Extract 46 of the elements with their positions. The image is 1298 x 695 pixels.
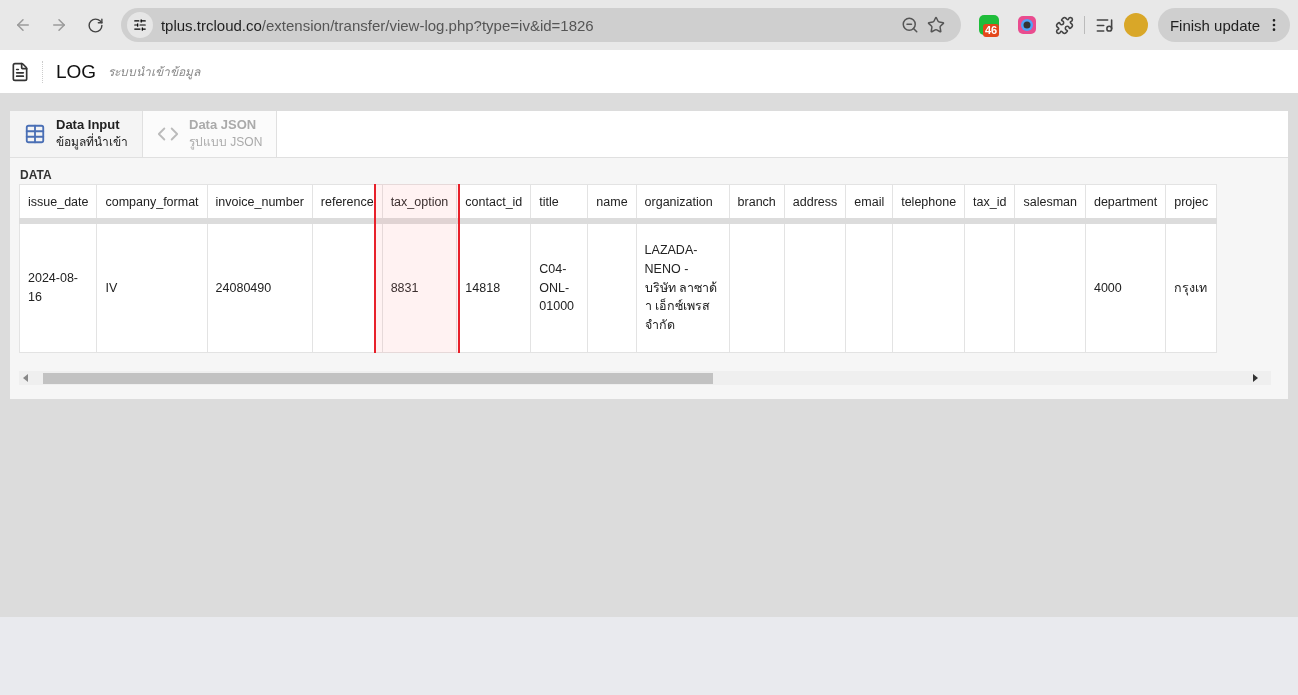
zoom-icon[interactable] (900, 16, 919, 34)
table-cell: LAZADA-NENO - บริษัท ลาซาด้า เอ็กซ์เพรส จำกัด (636, 221, 730, 353)
page-title: LOG (56, 60, 97, 83)
column-header: salesman (1014, 184, 1086, 221)
column-header: title (530, 184, 588, 221)
extensions-icon[interactable] (1054, 15, 1074, 35)
url-text: tplus.trcloud.co/extension/transfer/view-log.php?type=iv&id=1826 (160, 16, 595, 34)
site-info-button[interactable] (126, 12, 153, 38)
table-cell: 8831 (382, 221, 457, 353)
table-icon (24, 123, 46, 145)
table-cell: IV (96, 221, 208, 353)
column-header: projec (1165, 184, 1217, 221)
horizontal-scrollbar[interactable] (19, 371, 1271, 385)
column-header: email (845, 184, 893, 221)
column-header: contact_id (456, 184, 531, 221)
table-cell: 14818 (456, 221, 531, 353)
finish-update-button[interactable]: Finish update (1157, 8, 1290, 42)
extension-icon[interactable]: 46 (978, 15, 999, 35)
notification-badge: 46 (982, 24, 1000, 37)
column-header: issue_date (19, 184, 97, 221)
column-header: reference (312, 184, 383, 221)
column-header: department (1085, 184, 1166, 221)
scroll-left-icon[interactable] (23, 374, 29, 382)
table-cell: 2024-08-16 (19, 221, 97, 353)
address-bar[interactable]: tplus.trcloud.co/extension/transfer/view-log.php?type=iv&id=1826 (120, 8, 961, 42)
scroll-right-icon[interactable] (1253, 374, 1259, 382)
document-icon (10, 61, 30, 82)
bookmark-star-icon[interactable] (926, 16, 945, 34)
sliders-icon (132, 18, 147, 32)
section-label: DATA (19, 167, 53, 184)
table-cell: 24080490 (207, 221, 313, 353)
column-header: organization (636, 184, 730, 221)
column-header: name (587, 184, 637, 221)
column-header: invoice_number (207, 184, 313, 221)
tab[interactable]: Data Input ข้อมูลที่นำเข้า (10, 111, 143, 157)
page-subtitle: ระบบนำเข้าข้อมูล (108, 64, 201, 81)
column-header: branch (729, 184, 785, 221)
table-cell: 4000 (1085, 221, 1166, 353)
table-cell: C04-ONL-01000 (530, 221, 588, 353)
column-header: company_format (96, 184, 208, 221)
column-header: address (784, 184, 846, 221)
reload-icon (87, 16, 105, 34)
column-header: tax_id (964, 184, 1015, 221)
table-cell: กรุงเท (1165, 221, 1217, 353)
camera-extension-icon[interactable] (1016, 15, 1037, 35)
column-header: telephone (892, 184, 965, 221)
